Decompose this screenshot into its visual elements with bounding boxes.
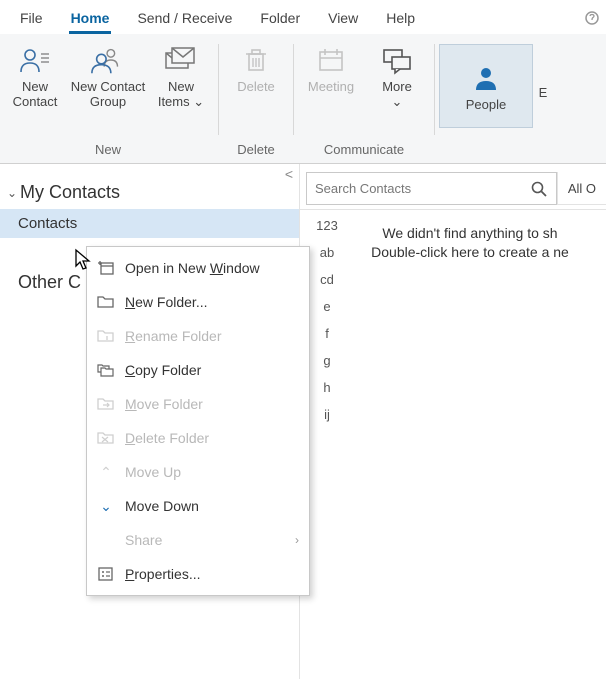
people-view-button[interactable]: People [439, 44, 533, 128]
ctx-label: New Folder... [125, 294, 208, 310]
blank-icon [95, 531, 117, 549]
alpha-item[interactable]: h [310, 374, 344, 401]
ctx-label: Move Down [125, 498, 199, 514]
empty-line-2: Double-click here to create a ne [342, 243, 598, 262]
ctx-label: Open in New Window [125, 260, 260, 276]
ribbon-group-new: New Contact New Contact Group New Items … [0, 34, 216, 163]
calendar-icon [313, 44, 349, 76]
folder-copy-icon [95, 361, 117, 379]
people-label: People [466, 98, 506, 113]
ribbon-separator [218, 44, 219, 135]
ctx-label: Move Folder [125, 396, 203, 412]
search-icon[interactable] [530, 180, 548, 198]
chevron-down-icon: ⌄ [95, 497, 117, 515]
ctx-copy-folder[interactable]: Copy Folder [87, 353, 309, 387]
ctx-label: Share [125, 532, 162, 548]
search-scope-button[interactable]: All O [557, 172, 606, 205]
ribbon-separator [293, 44, 294, 135]
new-items-label: New Items ⌄ [158, 80, 204, 110]
ctx-move-down[interactable]: ⌄ Move Down [87, 489, 309, 523]
ribbon-group-label-view [439, 138, 553, 163]
ctx-properties[interactable]: Properties... [87, 557, 309, 591]
ribbon-group-communicate: Meeting More⌄ Communicate [296, 34, 432, 163]
chevron-up-icon: ⌃ [95, 463, 117, 481]
ctx-label: Delete Folder [125, 430, 209, 446]
search-placeholder: Search Contacts [315, 181, 411, 196]
ribbon-tabs: File Home Send / Receive Folder View Hel… [0, 0, 606, 34]
submenu-arrow-icon: › [295, 533, 299, 547]
folder-rename-icon [95, 327, 117, 345]
new-items-button[interactable]: New Items ⌄ [148, 40, 214, 112]
properties-icon [95, 565, 117, 583]
truncated-view-button[interactable]: E [533, 44, 553, 103]
ribbon-separator [434, 44, 435, 135]
ctx-move-up: ⌃ Move Up [87, 455, 309, 489]
meeting-label: Meeting [308, 80, 354, 95]
search-input[interactable]: Search Contacts [306, 172, 557, 205]
nav-section-label: My Contacts [20, 182, 120, 203]
ctx-label: Rename Folder [125, 328, 222, 344]
ctx-new-folder[interactable]: New Folder... [87, 285, 309, 319]
tab-file[interactable]: File [6, 4, 57, 34]
alpha-item[interactable]: e [310, 293, 344, 320]
ribbon-group-label-communicate: Communicate [298, 138, 430, 163]
tell-me-icon[interactable] [578, 4, 606, 34]
alpha-item[interactable]: ij [310, 401, 344, 428]
new-contact-group-button[interactable]: New Contact Group [68, 40, 148, 112]
ctx-move-folder: Move Folder [87, 387, 309, 421]
ctx-label: Move Up [125, 464, 181, 480]
alpha-item[interactable]: ab [310, 239, 344, 266]
folder-delete-icon [95, 429, 117, 447]
nav-section-my-contacts[interactable]: ⌄ My Contacts [0, 164, 299, 209]
collapse-nav-icon[interactable]: < [285, 166, 293, 182]
person-icon [17, 44, 53, 76]
ctx-rename-folder: Rename Folder [87, 319, 309, 353]
tab-help[interactable]: Help [372, 4, 429, 34]
ctx-label: Properties... [125, 566, 200, 582]
new-contact-label: New Contact [13, 80, 58, 110]
ribbon: New Contact New Contact Group New Items … [0, 34, 606, 164]
tab-folder[interactable]: Folder [246, 4, 314, 34]
folder-move-icon [95, 395, 117, 413]
ribbon-group-label-new: New [2, 138, 214, 163]
delete-label: Delete [237, 80, 275, 95]
new-items-icon [163, 44, 199, 76]
tab-view[interactable]: View [314, 4, 372, 34]
new-contact-group-label: New Contact Group [71, 80, 145, 110]
context-menu: Open in New Window New Folder... Rename … [86, 246, 310, 596]
more-label: More⌄ [382, 80, 412, 110]
tab-send-receive[interactable]: Send / Receive [123, 4, 246, 34]
empty-message[interactable]: We didn't find anything to sh Double-cli… [300, 210, 606, 262]
more-button[interactable]: More⌄ [364, 40, 430, 112]
meeting-button: Meeting [298, 40, 364, 97]
alpha-item[interactable]: 123 [310, 212, 344, 239]
ctx-label: Copy Folder [125, 362, 201, 378]
truncated-label: E [539, 86, 548, 101]
delete-button: Delete [223, 40, 289, 97]
ctx-share: Share › [87, 523, 309, 557]
alpha-item[interactable]: g [310, 347, 344, 374]
folder-icon [95, 293, 117, 311]
ctx-open-new-window[interactable]: Open in New Window [87, 251, 309, 285]
alpha-index: 123 ab cd e f g h ij [310, 212, 344, 428]
chat-icon [379, 44, 415, 76]
trash-icon [238, 44, 274, 76]
chevron-down-icon: ⌄ [4, 186, 20, 200]
alpha-item[interactable]: cd [310, 266, 344, 293]
new-contact-button[interactable]: New Contact [2, 40, 68, 112]
ctx-delete-folder: Delete Folder [87, 421, 309, 455]
empty-line-1: We didn't find anything to sh [342, 224, 598, 243]
search-row: Search Contacts All O [300, 168, 606, 210]
people-group-icon [90, 44, 126, 76]
person-solid-icon [468, 62, 504, 94]
nav-item-contacts[interactable]: Contacts [0, 209, 299, 238]
ribbon-group-delete: Delete Delete [221, 34, 291, 163]
content-pane: Search Contacts All O We didn't find any… [300, 164, 606, 679]
alpha-item[interactable]: f [310, 320, 344, 347]
ribbon-group-label-delete: Delete [223, 138, 289, 163]
tab-home[interactable]: Home [57, 4, 124, 34]
window-plus-icon [95, 259, 117, 277]
ribbon-group-view: People E [437, 34, 555, 163]
